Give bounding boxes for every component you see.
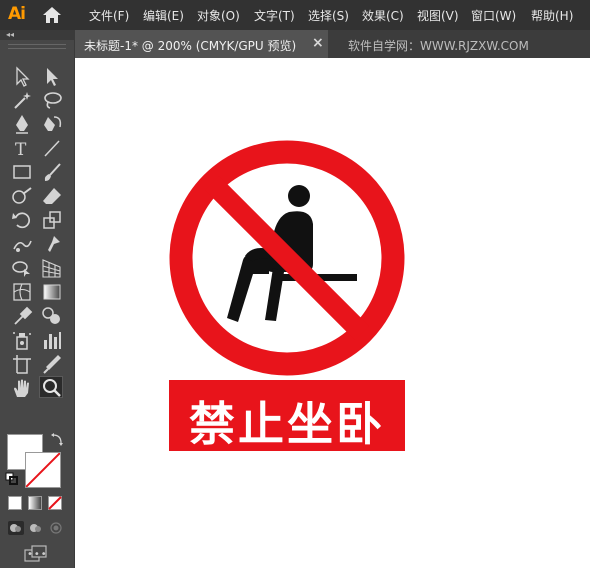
menu-file[interactable]: 文件(F) — [89, 7, 129, 24]
curvature-icon[interactable] — [40, 113, 64, 135]
menu-type[interactable]: 文字(T) — [254, 7, 295, 24]
direct-selection-tool-icon[interactable] — [40, 65, 64, 87]
puppet-warp-icon[interactable] — [10, 233, 34, 255]
free-transform-icon[interactable] — [40, 233, 64, 255]
gradient-mode-button[interactable] — [28, 496, 42, 510]
column-graph-icon[interactable] — [40, 329, 64, 351]
shape-builder-icon[interactable] — [10, 257, 34, 279]
menu-view[interactable]: 视图(V) — [417, 7, 459, 24]
eraser-icon[interactable] — [40, 185, 64, 207]
gradient-icon[interactable] — [40, 281, 64, 303]
no-sitting-sign-icon — [169, 140, 405, 376]
tab-inactive-document[interactable]: 软件自学网：WWW.RJZXW.COM — [348, 37, 529, 54]
tools-panel-header: ◂◂ — [0, 30, 74, 40]
artboard-canvas[interactable]: 禁止坐卧 — [75, 58, 590, 568]
magic-wand-icon[interactable] — [10, 89, 34, 111]
none-mode-button[interactable] — [48, 496, 62, 510]
panel-grip[interactable] — [8, 44, 66, 49]
artboard-icon[interactable] — [10, 353, 34, 375]
sign-text: 禁止坐卧 — [189, 397, 385, 451]
slice-icon[interactable] — [40, 353, 64, 375]
scale-icon[interactable] — [40, 209, 64, 231]
tab-active-label: 未标题-1* @ 200% (CMYK/GPU 预览) — [84, 39, 297, 53]
color-mode-button[interactable] — [8, 496, 22, 510]
sign-text-banner: 禁止坐卧 — [169, 380, 405, 451]
blend-icon[interactable] — [40, 305, 64, 327]
eyedropper-icon[interactable] — [10, 305, 34, 327]
draw-behind-icon[interactable] — [28, 521, 44, 535]
selection-tool-icon[interactable] — [10, 65, 34, 87]
stroke-color-swatch[interactable] — [25, 452, 61, 488]
line-icon[interactable] — [40, 137, 64, 159]
type-icon[interactable]: T — [10, 137, 34, 159]
edit-toolbar-button[interactable]: ••• — [27, 549, 48, 560]
shaper-icon[interactable] — [10, 185, 34, 207]
menu-select[interactable]: 选择(S) — [308, 7, 349, 24]
perspective-grid-icon[interactable] — [40, 257, 64, 279]
draw-normal-icon[interactable] — [8, 521, 24, 535]
collapse-panel-icon[interactable]: ◂◂ — [6, 30, 14, 39]
home-icon[interactable] — [42, 6, 62, 24]
rectangle-icon[interactable] — [10, 161, 34, 183]
mesh-icon[interactable] — [10, 281, 34, 303]
svg-text:T: T — [15, 140, 27, 159]
hand-icon[interactable] — [10, 377, 34, 399]
default-fill-stroke-icon[interactable] — [5, 472, 19, 486]
rotate-icon[interactable] — [10, 209, 34, 231]
menu-edit[interactable]: 编辑(E) — [143, 7, 184, 24]
tools-panel: ◂◂ T ••• — [0, 30, 75, 568]
zoom-icon[interactable] — [39, 376, 63, 398]
menu-effect[interactable]: 效果(C) — [362, 7, 404, 24]
menu-window[interactable]: 窗口(W) — [471, 7, 516, 24]
pen-icon[interactable] — [10, 113, 34, 135]
draw-inside-icon[interactable] — [48, 521, 64, 535]
menu-help[interactable]: 帮助(H) — [531, 7, 573, 24]
tab-close-button[interactable]: × — [312, 35, 324, 51]
symbol-sprayer-icon[interactable] — [10, 329, 34, 351]
app-logo: Ai — [8, 4, 26, 24]
menu-object[interactable]: 对象(O) — [197, 7, 240, 24]
lasso-icon[interactable] — [40, 89, 64, 111]
document-tab-bar: 未标题-1* @ 200% (CMYK/GPU 预览) × 软件自学网：WWW.… — [74, 30, 590, 58]
paintbrush-icon[interactable] — [40, 161, 64, 183]
tab-active-document[interactable]: 未标题-1* @ 200% (CMYK/GPU 预览) × — [74, 30, 328, 58]
menu-bar: Ai 文件(F) 编辑(E) 对象(O) 文字(T) 选择(S) 效果(C) 视… — [0, 0, 590, 30]
none-stroke-indicator — [26, 453, 60, 487]
swap-fill-stroke-icon[interactable] — [50, 432, 64, 446]
